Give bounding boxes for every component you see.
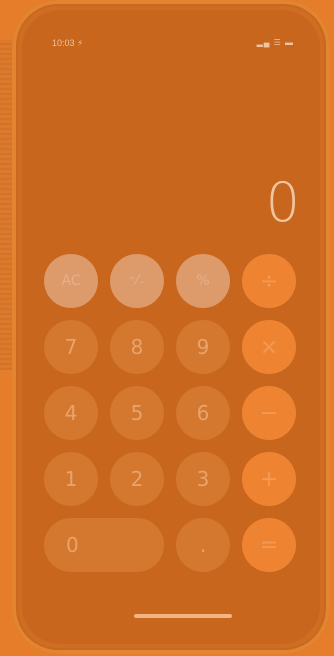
digit-9-button[interactable]: 9: [176, 320, 230, 374]
digit-3-button[interactable]: 3: [176, 452, 230, 506]
digit-2-button[interactable]: 2: [110, 452, 164, 506]
calculator-screen: 10:03 ⚡ ▂▄ ☰ ▬ 0 AC ⁺⁄₋ % ÷ 7 8 9 × 4 5 …: [22, 10, 320, 644]
plus-minus-button[interactable]: ⁺⁄₋: [110, 254, 164, 308]
percent-button[interactable]: %: [176, 254, 230, 308]
digit-8-button[interactable]: 8: [110, 320, 164, 374]
digit-5-button[interactable]: 5: [110, 386, 164, 440]
multiply-button[interactable]: ×: [242, 320, 296, 374]
background-edge-strip: [0, 40, 12, 370]
equals-button[interactable]: =: [242, 518, 296, 572]
digit-1-button[interactable]: 1: [44, 452, 98, 506]
decimal-button[interactable]: .: [176, 518, 230, 572]
digit-7-button[interactable]: 7: [44, 320, 98, 374]
plus-button[interactable]: +: [242, 452, 296, 506]
digit-0-button[interactable]: 0: [44, 518, 164, 572]
status-bar: 10:03 ⚡ ▂▄ ☰ ▬: [22, 10, 320, 48]
phone-frame: 10:03 ⚡ ▂▄ ☰ ▬ 0 AC ⁺⁄₋ % ÷ 7 8 9 × 4 5 …: [12, 0, 330, 654]
calculator-display: 0: [265, 171, 300, 234]
screenshot-stage: 10:03 ⚡ ▂▄ ☰ ▬ 0 AC ⁺⁄₋ % ÷ 7 8 9 × 4 5 …: [0, 0, 334, 656]
minus-button[interactable]: −: [242, 386, 296, 440]
divide-button[interactable]: ÷: [242, 254, 296, 308]
signal-wifi-battery-icons: ▂▄ ☰ ▬: [256, 38, 294, 47]
digit-4-button[interactable]: 4: [44, 386, 98, 440]
all-clear-button[interactable]: AC: [44, 254, 98, 308]
status-time: 10:03 ⚡: [52, 38, 84, 48]
home-indicator[interactable]: [134, 614, 232, 618]
digit-6-button[interactable]: 6: [176, 386, 230, 440]
